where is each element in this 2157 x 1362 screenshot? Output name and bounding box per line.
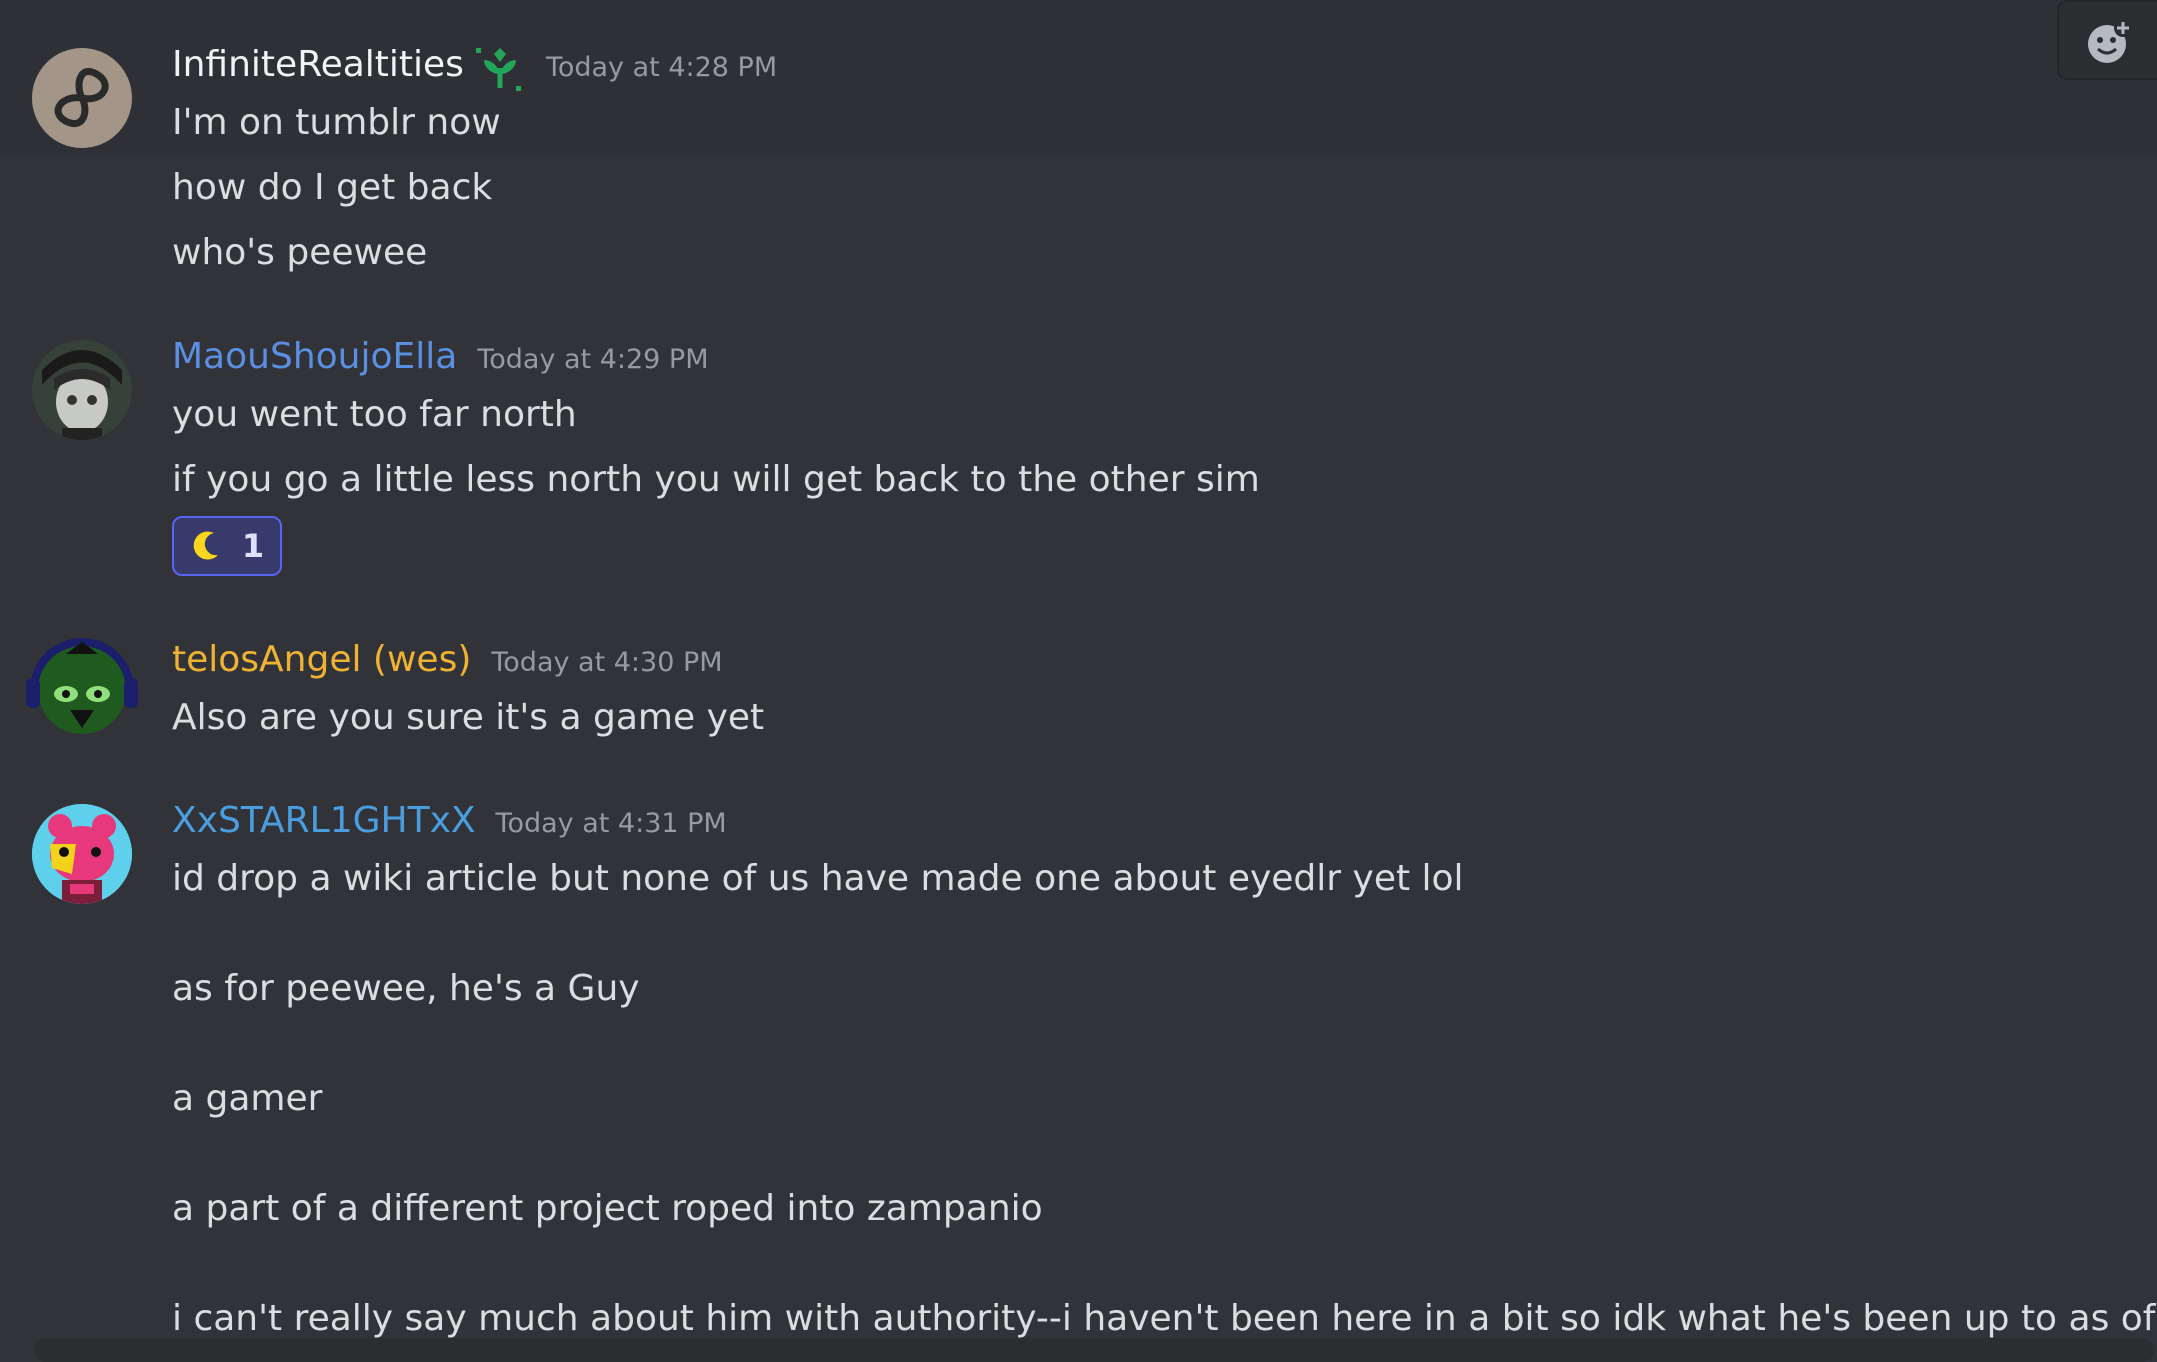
message-text: i can't really say much about him with a… <box>172 1298 2157 1339</box>
message-text: a part of a different project roped into… <box>172 1188 1043 1229</box>
username[interactable]: XxSTARL1GHTxX <box>172 800 476 841</box>
reaction-button[interactable]: 1 <box>172 516 282 576</box>
username[interactable]: MaouShoujoElla <box>172 336 457 377</box>
message-header: XxSTARL1GHTxX Today at 4:31 PM <box>172 800 727 841</box>
message-text: id drop a wiki article but none of us ha… <box>172 858 1464 899</box>
infinity-symbol-icon <box>54 68 109 128</box>
timestamp[interactable]: Today at 4:29 PM <box>477 344 708 375</box>
add-reaction-icon[interactable] <box>2085 18 2133 66</box>
message-text: how do I get back <box>172 167 493 208</box>
username[interactable]: telosAngel (wes) <box>172 639 471 680</box>
message-hover-toolbar <box>2057 0 2157 80</box>
alien-headphones-avatar-icon <box>26 638 138 734</box>
timestamp[interactable]: Today at 4:31 PM <box>496 808 727 839</box>
message-header: InfiniteRealtities Today at 4:28 PM <box>172 44 777 96</box>
crescent-moon-icon <box>190 529 224 563</box>
avatar[interactable] <box>32 804 132 904</box>
avatar[interactable] <box>26 638 138 742</box>
message-text: Also are you sure it's a game yet <box>172 697 765 738</box>
sprout-badge-icon[interactable] <box>474 44 526 96</box>
anime-character-avatar-icon <box>32 340 132 440</box>
message-text: a gamer <box>172 1078 323 1119</box>
pink-bear-avatar-icon <box>32 804 132 904</box>
message-text: I'm on tumblr now <box>172 102 501 143</box>
timestamp[interactable]: Today at 4:30 PM <box>491 647 722 678</box>
message-text: who's peewee <box>172 232 428 273</box>
horizontal-scrollbar[interactable] <box>34 1338 2154 1362</box>
reaction-count: 1 <box>241 527 265 565</box>
username[interactable]: InfiniteRealtities <box>172 44 464 85</box>
message-header: telosAngel (wes) Today at 4:30 PM <box>172 639 723 680</box>
message-header: MaouShoujoElla Today at 4:29 PM <box>172 336 709 377</box>
timestamp[interactable]: Today at 4:28 PM <box>546 52 777 83</box>
avatar[interactable] <box>32 48 132 148</box>
message-text: if you go a little less north you will g… <box>172 459 1260 500</box>
message-text: as for peewee, he's a Guy <box>172 968 640 1009</box>
message-text: you went too far north <box>172 394 577 435</box>
avatar[interactable] <box>32 340 132 440</box>
